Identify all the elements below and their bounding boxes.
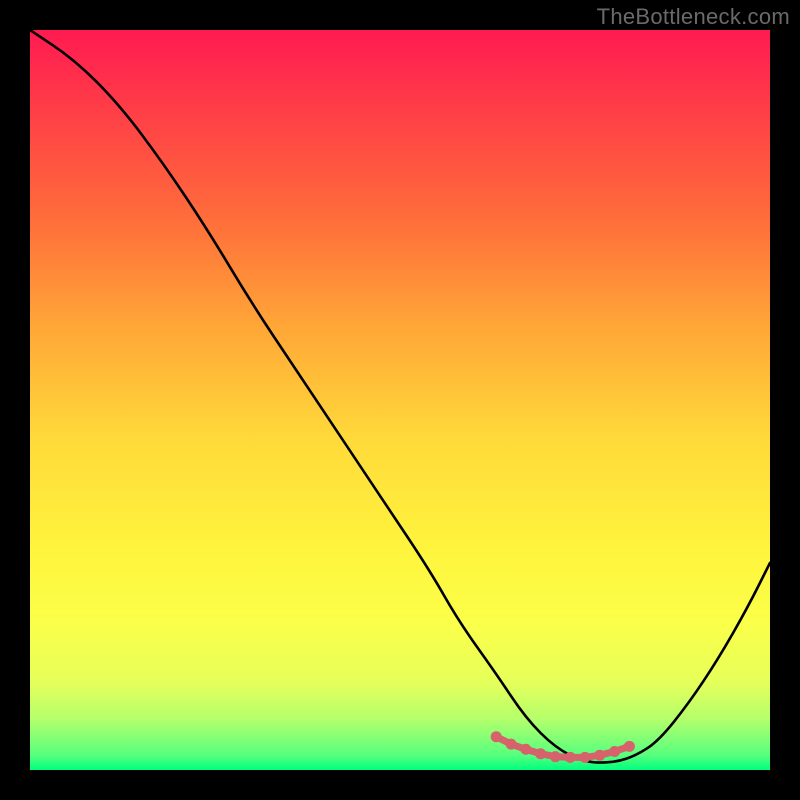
valley-marker [550, 751, 561, 762]
curve-layer [30, 30, 770, 770]
valley-marker [506, 739, 517, 750]
bottleneck-curve-path [30, 30, 770, 763]
valley-marker [535, 748, 546, 759]
valley-marker [520, 744, 531, 755]
valley-marker [565, 752, 576, 763]
valley-marker [491, 731, 502, 742]
valley-marker [609, 746, 620, 757]
plot-area [30, 30, 770, 770]
valley-marker [594, 750, 605, 761]
valley-marker [580, 752, 591, 763]
watermark-text: TheBottleneck.com [597, 4, 790, 30]
chart-frame: TheBottleneck.com [0, 0, 800, 800]
valley-connector [496, 737, 629, 758]
valley-marker [624, 741, 635, 752]
